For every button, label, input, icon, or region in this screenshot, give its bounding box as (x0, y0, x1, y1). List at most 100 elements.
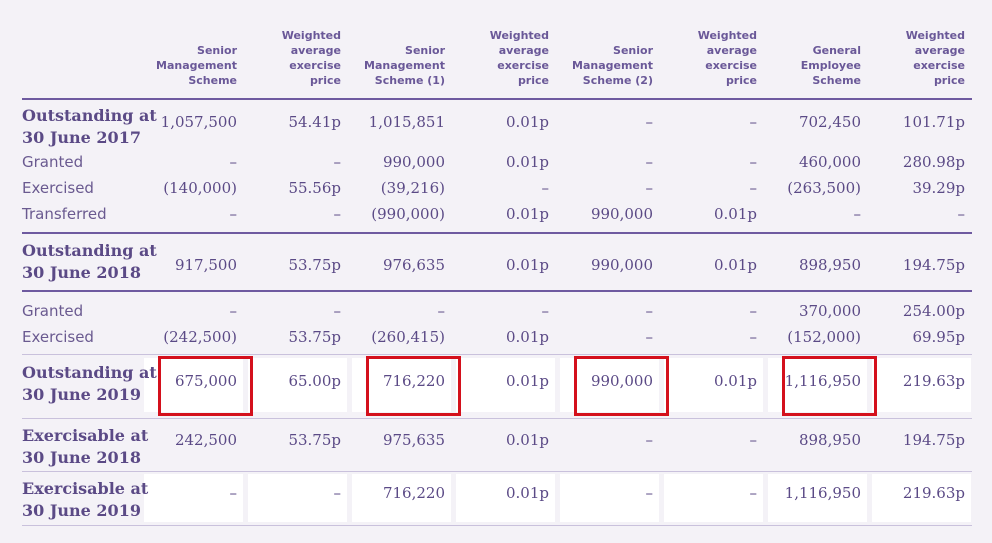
table-cell: – (645, 302, 654, 320)
table-cell: 990,000 (590, 205, 653, 223)
table-cell: 990,000 (382, 153, 445, 171)
table-cell: 194.75p (902, 256, 965, 274)
table-cell: 975,635 (382, 431, 445, 449)
table-cell: – (749, 113, 758, 131)
table-cell: 0.01p (713, 256, 757, 274)
table-cell: 219.63p (902, 484, 965, 502)
row-label: Outstanding at 30 June 2018 (22, 241, 157, 282)
table-cell: 0.01p (505, 153, 549, 171)
table-cell: 53.75p (288, 328, 341, 346)
table-cell: – (437, 302, 446, 320)
col-header-8: Weighted average exercise price (905, 29, 965, 87)
table-cell: – (645, 153, 654, 171)
table-cell: – (645, 431, 654, 449)
table-cell: 0.01p (505, 205, 549, 223)
table-cell: 0.01p (505, 431, 549, 449)
table-cell: 280.98p (902, 153, 965, 171)
rule-bottom (22, 525, 972, 526)
table-cell: 0.01p (505, 256, 549, 274)
table-cell: 460,000 (798, 153, 861, 171)
table-cell: – (229, 153, 238, 171)
table-cell: 0.01p (713, 205, 757, 223)
table-cell: 194.75p (902, 431, 965, 449)
table-cell: 39.29p (912, 179, 965, 197)
table-cell: – (333, 484, 342, 502)
table-cell: 0.01p (505, 328, 549, 346)
table-cell: 898,950 (798, 256, 861, 274)
row-label: Exercisable at 30 June 2019 (22, 479, 149, 520)
table-cell: – (749, 153, 758, 171)
table-cell: (140,000) (163, 179, 237, 197)
table-cell: 370,000 (798, 302, 861, 320)
table-cell: – (333, 153, 342, 171)
table-cell: 55.56p (288, 179, 341, 197)
rule-2018-bottom (22, 290, 972, 292)
table-cell: 219.63p (902, 372, 965, 390)
row-label: Outstanding at 30 June 2017 (22, 106, 157, 147)
row-label: Granted (22, 302, 84, 320)
table-cell: 0.01p (713, 372, 757, 390)
table-cell: 65.00p (288, 372, 341, 390)
col-header-6: Weighted average exercise price (697, 29, 757, 87)
table-cell: 69.95p (912, 328, 965, 346)
table-cell: – (645, 179, 654, 197)
table-cell: (990,000) (371, 205, 445, 223)
rule-top (22, 98, 972, 100)
table-cell: – (749, 328, 758, 346)
table-cell: – (333, 205, 342, 223)
table-cell: 53.75p (288, 431, 341, 449)
table-cell: 1,015,851 (368, 113, 445, 131)
table-cell: 976,635 (382, 256, 445, 274)
row-label: Transferred (22, 205, 107, 223)
col-header-7: General Employee Scheme (800, 44, 861, 87)
col-header-3: Senior Management Scheme (1) (364, 44, 445, 87)
table-cell: – (645, 328, 654, 346)
table-cell: – (229, 484, 238, 502)
highlight-box (158, 356, 253, 416)
table-cell: 898,950 (798, 431, 861, 449)
table-cell: 101.71p (902, 113, 965, 131)
col-header-1: Senior Management Scheme (156, 44, 237, 87)
table-cell: – (957, 205, 966, 223)
table-cell: – (749, 484, 758, 502)
table-cell: 990,000 (590, 256, 653, 274)
rule-2018 (22, 232, 972, 234)
table-cell: 0.01p (505, 484, 549, 502)
table-cell: 242,500 (174, 431, 237, 449)
table-cell: – (645, 113, 654, 131)
table-cell: 53.75p (288, 256, 341, 274)
table-cell: 1,116,950 (784, 484, 861, 502)
row-label: Granted (22, 153, 84, 171)
table-cell: 0.01p (505, 372, 549, 390)
table-cell: (260,415) (371, 328, 445, 346)
rule-below-ex2018 (22, 471, 972, 472)
table-cell: – (853, 205, 862, 223)
table-cell: 702,450 (798, 113, 861, 131)
table-cell: (263,500) (787, 179, 861, 197)
table-cell: 716,220 (382, 484, 445, 502)
highlight-box (782, 356, 877, 416)
highlight-box (366, 356, 461, 416)
table-cell: – (333, 302, 342, 320)
table-cell: (152,000) (787, 328, 861, 346)
table-cell: – (749, 179, 758, 197)
table-cell: – (229, 302, 238, 320)
row-label: Outstanding at 30 June 2019 (22, 363, 157, 404)
table-cell: (242,500) (163, 328, 237, 346)
row-label: Exercised (22, 179, 94, 197)
col-header-5: Senior Management Scheme (2) (572, 44, 653, 87)
table-cell: 0.01p (505, 113, 549, 131)
table-cell: – (541, 302, 550, 320)
rule-below-2019 (22, 418, 972, 419)
col-header-4: Weighted average exercise price (489, 29, 549, 87)
table-cell: – (229, 205, 238, 223)
table-cell: 254.00p (902, 302, 965, 320)
table-cell: – (541, 179, 550, 197)
row-label: Exercisable at 30 June 2018 (22, 426, 149, 467)
rule-below-exercised (22, 354, 972, 355)
highlight-box (574, 356, 669, 416)
table-cell: (39,216) (380, 179, 445, 197)
row-label: Exercised (22, 328, 94, 346)
col-header-2: Weighted average exercise price (281, 29, 341, 87)
table-cell: 1,057,500 (160, 113, 237, 131)
